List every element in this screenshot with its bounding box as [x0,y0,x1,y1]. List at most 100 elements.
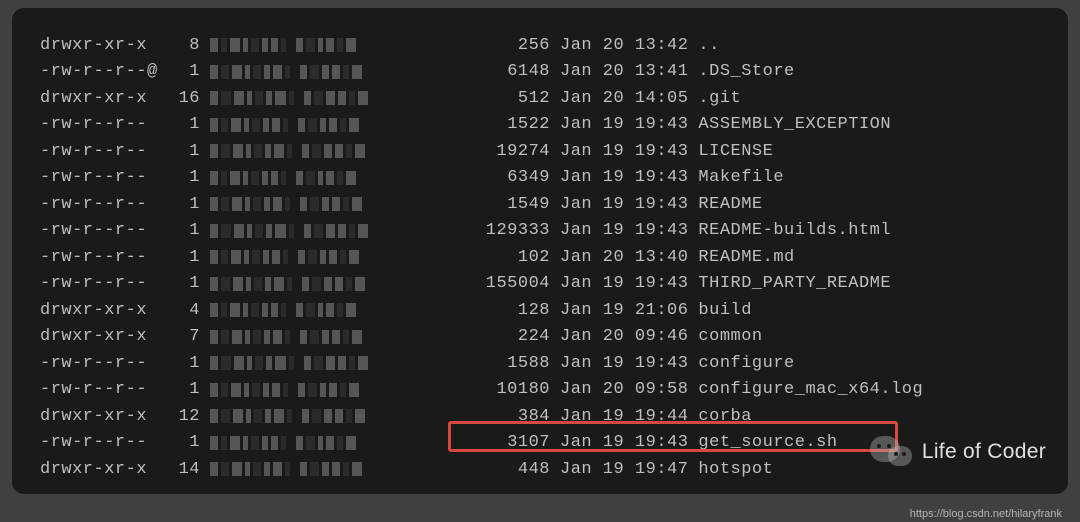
file-size: 384 [460,407,550,426]
link-count: 8 [160,36,200,55]
file-name: build [688,301,752,320]
table-row: -rw-r--r--11588Jan 19 19:43configure [40,350,1040,377]
file-name: .git [688,89,741,108]
terminal-window: drwxr-xr-x8256Jan 20 13:42..-rw-r--r--@1… [12,8,1068,494]
permissions: -rw-r--r-- [40,221,160,240]
permissions: drwxr-xr-x [40,301,160,320]
censored-owner-group [200,224,460,238]
file-date: Jan 19 19:43 [550,274,688,293]
file-date: Jan 19 19:43 [550,195,688,214]
table-row: -rw-r--r--11522Jan 19 19:43ASSEMBLY_EXCE… [40,112,1040,139]
link-count: 1 [160,433,200,452]
file-date: Jan 20 13:40 [550,248,688,267]
table-row: drwxr-xr-x8256Jan 20 13:42.. [40,32,1040,59]
censored-owner-group [200,144,460,158]
link-count: 12 [160,407,200,426]
file-name: common [688,327,762,346]
file-size: 10180 [460,380,550,399]
permissions: -rw-r--r-- [40,168,160,187]
table-row: drwxr-xr-x16512Jan 20 14:05.git [40,85,1040,112]
file-date: Jan 20 09:58 [550,380,688,399]
file-size: 129333 [460,221,550,240]
link-count: 1 [160,195,200,214]
table-row: drwxr-xr-x7 224Jan 20 09:46common [40,324,1040,351]
file-name: ASSEMBLY_EXCEPTION [688,115,891,134]
file-name: .. [688,36,719,55]
permissions: -rw-r--r-- [40,354,160,373]
file-name: README.md [688,248,794,267]
file-name: THIRD_PARTY_README [688,274,891,293]
file-size: 155004 [460,274,550,293]
table-row: -rw-r--r--1 19274Jan 19 19:43LICENSE [40,138,1040,165]
censored-owner-group [200,462,460,476]
file-date: Jan 20 14:05 [550,89,688,108]
link-count: 1 [160,142,200,161]
link-count: 7 [160,327,200,346]
censored-owner-group [200,65,460,79]
permissions: -rw-r--r-- [40,274,160,293]
file-size: 1549 [460,195,550,214]
file-name: README [688,195,762,214]
file-size: 19274 [460,142,550,161]
file-date: Jan 19 19:43 [550,168,688,187]
watermark: Life of Coder [870,432,1046,472]
file-size: 128 [460,301,550,320]
permissions: -rw-r--r-- [40,380,160,399]
table-row: -rw-r--r--1102Jan 20 13:40README.md [40,244,1040,271]
file-name: LICENSE [688,142,773,161]
file-name: Makefile [688,168,784,187]
censored-owner-group [200,118,460,132]
permissions: -rw-r--r-- [40,142,160,161]
table-row: -rw-r--r--@1 6148Jan 20 13:41.DS_Store [40,59,1040,86]
censored-owner-group [200,38,460,52]
file-name: configure [688,354,794,373]
link-count: 1 [160,380,200,399]
file-date: Jan 20 13:42 [550,36,688,55]
link-count: 14 [160,460,200,479]
table-row: -rw-r--r--1 10180Jan 20 09:58configure_ma… [40,377,1040,404]
file-date: Jan 19 19:47 [550,460,688,479]
censored-owner-group [200,436,460,450]
file-size: 1522 [460,115,550,134]
permissions: -rw-r--r-- [40,248,160,267]
file-name: get_source.sh [688,433,837,452]
file-name: corba [688,407,752,426]
file-size: 102 [460,248,550,267]
file-date: Jan 20 13:41 [550,62,688,81]
file-size: 448 [460,460,550,479]
permissions: drwxr-xr-x [40,460,160,479]
link-count: 1 [160,354,200,373]
permissions: drwxr-xr-x [40,36,160,55]
censored-owner-group [200,409,460,423]
file-size: 224 [460,327,550,346]
permissions: -rw-r--r-- [40,115,160,134]
table-row: drwxr-xr-x12384Jan 19 19:44corba [40,403,1040,430]
table-row: drwxr-xr-x4128Jan 19 21:06build [40,297,1040,324]
file-name: .DS_Store [688,62,794,81]
file-date: Jan 19 19:43 [550,221,688,240]
file-date: Jan 19 19:43 [550,433,688,452]
permissions: drwxr-xr-x [40,327,160,346]
file-size: 6148 [460,62,550,81]
censored-owner-group [200,330,460,344]
censored-owner-group [200,250,460,264]
censored-owner-group [200,197,460,211]
file-name: README-builds.html [688,221,891,240]
link-count: 1 [160,62,200,81]
link-count: 4 [160,301,200,320]
file-date: Jan 19 19:43 [550,142,688,161]
file-size: 1588 [460,354,550,373]
link-count: 16 [160,89,200,108]
permissions: -rw-r--r--@ [40,62,160,81]
censored-owner-group [200,91,460,105]
censored-owner-group [200,356,460,370]
link-count: 1 [160,274,200,293]
table-row: -rw-r--r--16349Jan 19 19:43Makefile [40,165,1040,192]
file-name: configure_mac_x64.log [688,380,923,399]
file-date: Jan 19 19:44 [550,407,688,426]
file-date: Jan 20 09:46 [550,327,688,346]
table-row: -rw-r--r--1129333Jan 19 19:43README-buil… [40,218,1040,245]
file-size: 3107 [460,433,550,452]
table-row: -rw-r--r--11549Jan 19 19:43README [40,191,1040,218]
file-date: Jan 19 19:43 [550,115,688,134]
